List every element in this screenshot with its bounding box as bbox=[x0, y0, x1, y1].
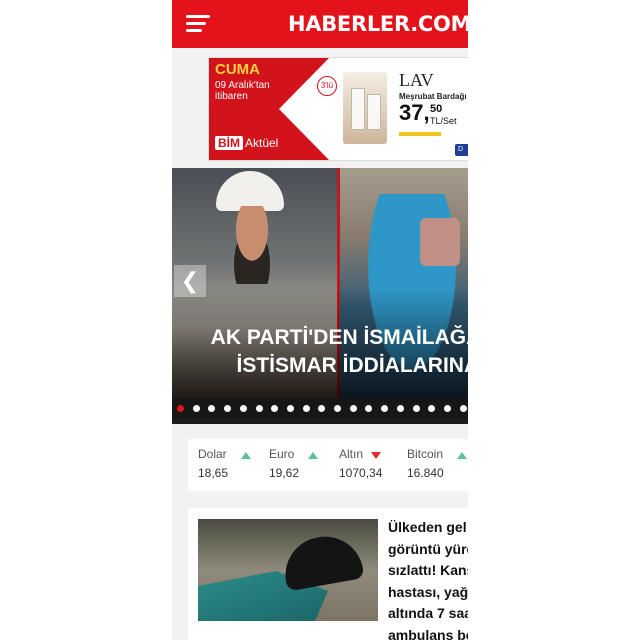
slider-dot[interactable] bbox=[318, 405, 326, 412]
news-title-line: sızlattı! Kans bbox=[388, 562, 468, 579]
currency-ticker: Dolar 18,65 Euro 19,62 Altın 1070,34 Bitcoin 16… bbox=[188, 439, 468, 491]
news-title-line: altında 7 saa bbox=[388, 605, 468, 622]
currency-name: Bitcoin bbox=[407, 447, 444, 461]
currency-item-dolar[interactable]: Dolar 18,65 bbox=[188, 439, 260, 491]
slide-headline[interactable]: AK PARTİ'DEN İSMAİLAĞA CEMAA İSTİSMAR İD… bbox=[172, 324, 468, 380]
currency-item-altın[interactable]: Altın 1070,34 bbox=[329, 439, 401, 491]
slider-pagination bbox=[172, 398, 468, 418]
news-title[interactable]: Ülkeden gel görüntü yüre sızlattı! Kans has… bbox=[388, 517, 468, 640]
ad-day: CUMA bbox=[215, 61, 260, 78]
ad-price-unit: TL/Set bbox=[430, 116, 457, 126]
slider-dot[interactable] bbox=[334, 405, 341, 412]
currency-name: Euro bbox=[269, 447, 295, 461]
slider-dot[interactable] bbox=[412, 405, 420, 412]
ad-wedge bbox=[279, 58, 329, 160]
slider-dot[interactable] bbox=[255, 405, 263, 412]
ad-store-logo: BİM Aktüel bbox=[215, 136, 278, 150]
slider-dot[interactable] bbox=[192, 405, 200, 412]
slide-headline-line: İSTİSMAR İDDİALARINA İLK Y bbox=[236, 354, 468, 377]
currency-name: Dolar bbox=[198, 447, 227, 461]
slider-dot[interactable] bbox=[239, 405, 247, 412]
news-thumbnail[interactable] bbox=[198, 519, 378, 621]
currency-item-bitcoin[interactable]: Bitcoin 16.840 bbox=[397, 439, 468, 491]
ad-product-image bbox=[343, 72, 387, 144]
ad-date: 09 Aralık'tan bbox=[215, 80, 270, 91]
trend-up-icon bbox=[308, 452, 318, 459]
slider-dot[interactable] bbox=[177, 405, 184, 412]
ad-since: itibaren bbox=[215, 91, 248, 102]
slider-dot[interactable] bbox=[271, 405, 279, 412]
currency-item-euro[interactable]: Euro 19,62 bbox=[259, 439, 331, 491]
currency-value: 16.840 bbox=[407, 466, 444, 480]
mobile-viewport: HABERLER.COM CUMA 09 Aralık'tan itibaren… bbox=[172, 0, 468, 640]
ad-price-decimal: 50 bbox=[430, 103, 443, 115]
slider-dot[interactable] bbox=[224, 405, 232, 412]
news-card[interactable]: Ülkeden gel görüntü yüre sızlattı! Kans has… bbox=[188, 508, 468, 640]
headline-slider[interactable]: AK PARTİ'DEN İSMAİLAĞA CEMAA İSTİSMAR İD… bbox=[172, 168, 468, 424]
slider-dot[interactable] bbox=[443, 405, 451, 412]
news-title-line: Ülkeden gel bbox=[388, 519, 467, 535]
slider-dot[interactable] bbox=[349, 405, 357, 412]
slider-dot[interactable] bbox=[365, 405, 373, 412]
ad-price: 37, bbox=[399, 100, 430, 125]
slider-dot[interactable] bbox=[428, 405, 436, 412]
currency-value: 18,65 bbox=[198, 466, 229, 480]
news-title-line: ambulans be bbox=[388, 626, 468, 640]
currency-value: 19,62 bbox=[269, 466, 300, 480]
ad-badge: 3'lü bbox=[317, 76, 337, 96]
top-header: HABERLER.COM bbox=[172, 0, 468, 48]
news-title-line: hastası, yağ bbox=[388, 583, 468, 600]
hamburger-menu-icon[interactable] bbox=[186, 13, 212, 35]
trend-up-icon bbox=[241, 452, 251, 459]
ad-strip bbox=[399, 132, 441, 136]
site-logo[interactable]: HABERLER.COM bbox=[288, 10, 468, 38]
slider-dot[interactable] bbox=[396, 405, 404, 412]
ad-cta-button[interactable]: D bbox=[455, 144, 468, 156]
slider-dot[interactable] bbox=[459, 405, 467, 412]
slider-dot[interactable] bbox=[302, 405, 310, 412]
ad-store-suffix: Aktüel bbox=[245, 136, 279, 150]
ad-store-name: BİM bbox=[215, 136, 243, 150]
chevron-left-icon[interactable]: ❮ bbox=[174, 265, 206, 297]
news-title-line: görüntü yüre bbox=[388, 540, 468, 557]
slide-headline-line: AK PARTİ'DEN İSMAİLAĞA CEMAA bbox=[210, 326, 468, 349]
ad-brand: LAV bbox=[399, 70, 434, 90]
ad-banner[interactable]: CUMA 09 Aralık'tan itibaren BİM Aktüel 3'… bbox=[208, 57, 468, 161]
currency-name: Altın bbox=[339, 447, 364, 461]
trend-down-icon bbox=[371, 452, 381, 459]
trend-up-icon bbox=[457, 452, 467, 459]
slider-dot[interactable] bbox=[381, 405, 389, 412]
currency-value: 1070,34 bbox=[339, 466, 383, 480]
slider-dot[interactable] bbox=[208, 405, 216, 412]
slider-dot[interactable] bbox=[286, 405, 294, 412]
